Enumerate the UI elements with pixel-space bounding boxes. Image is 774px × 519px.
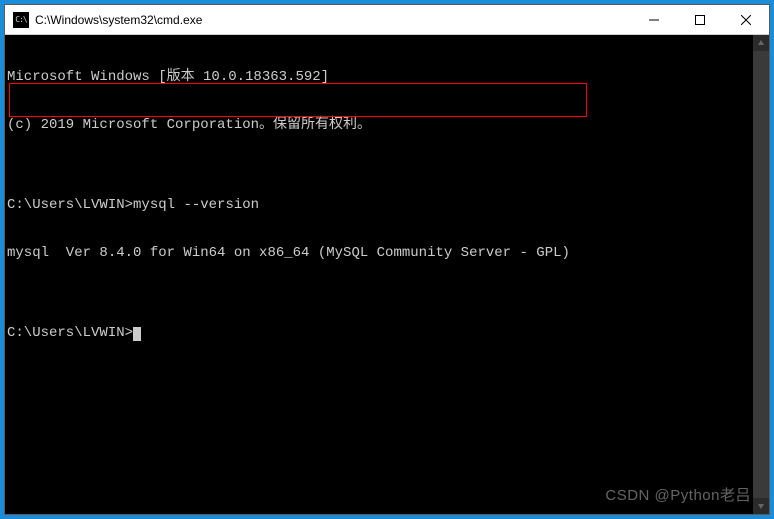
window-controls (631, 5, 769, 34)
maximize-button[interactable] (677, 5, 723, 34)
cursor (133, 327, 141, 341)
cmd-icon: C:\ (13, 12, 29, 28)
terminal[interactable]: Microsoft Windows [版本 10.0.18363.592] (c… (5, 35, 769, 514)
scrollbar-track[interactable] (753, 51, 769, 498)
terminal-line: C:\Users\LVWIN>mysql --version (7, 197, 767, 213)
cmd-window: C:\ C:\Windows\system32\cmd.exe Microsof… (4, 4, 770, 515)
watermark: CSDN @Python老吕 (605, 488, 751, 504)
scrollbar-vertical[interactable] (753, 35, 769, 514)
scroll-up-button[interactable] (753, 35, 769, 51)
scroll-down-button[interactable] (753, 498, 769, 514)
titlebar[interactable]: C:\ C:\Windows\system32\cmd.exe (5, 5, 769, 35)
window-title: C:\Windows\system32\cmd.exe (35, 13, 631, 27)
terminal-line: C:\Users\LVWIN> (7, 325, 767, 341)
terminal-output: mysql Ver 8.4.0 for Win64 on x86_64 (MyS… (7, 245, 767, 261)
prompt: C:\Users\LVWIN> (7, 197, 133, 213)
close-button[interactable] (723, 5, 769, 34)
scrollbar-thumb[interactable] (753, 51, 769, 498)
minimize-button[interactable] (631, 5, 677, 34)
prompt: C:\Users\LVWIN> (7, 325, 133, 341)
terminal-line: Microsoft Windows [版本 10.0.18363.592] (7, 69, 767, 85)
highlight-annotation (9, 83, 587, 117)
command-text: mysql --version (133, 197, 259, 213)
terminal-line: (c) 2019 Microsoft Corporation。保留所有权利。 (7, 117, 767, 133)
